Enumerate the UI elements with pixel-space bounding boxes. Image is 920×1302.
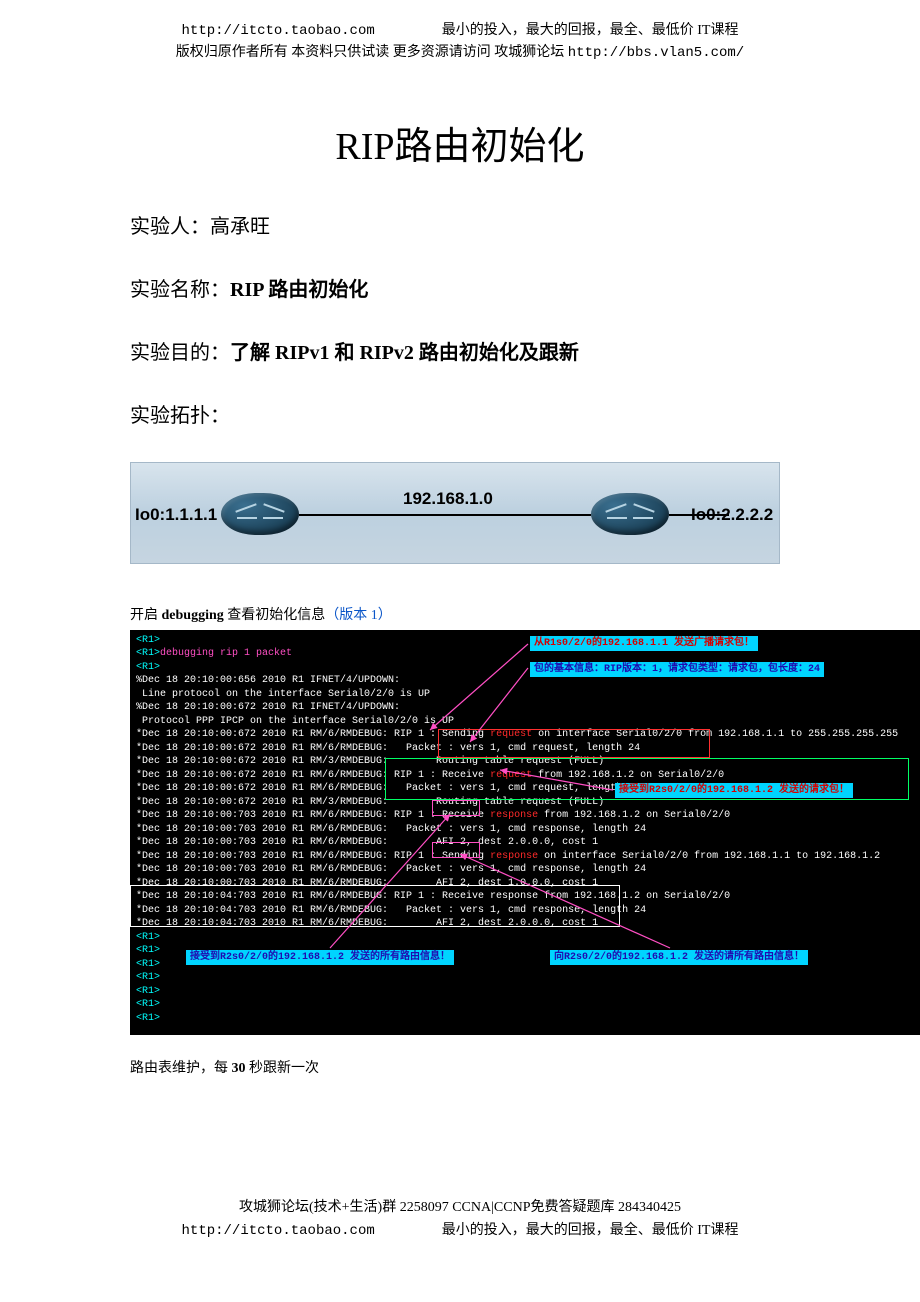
field-topology-label: 实验拓扑： (130, 399, 790, 428)
topology-left-label: Io0:1.1.1.1 (135, 505, 217, 525)
debug-heading: 开启 debugging 查看初始化信息（版本 1） (130, 604, 790, 624)
topology-link (299, 514, 591, 516)
footer-slogan: 最小的投入，最大的回报，最全、最低价 IT课程 (442, 1223, 739, 1238)
route-maintenance-note: 路由表维护，每 30 秒跟新一次 (130, 1057, 790, 1077)
rt-bold: 30 (232, 1061, 246, 1076)
rt-pre: 路由表维护，每 (130, 1061, 232, 1076)
field-name: 实验名称：RIP 路由初始化 (130, 273, 790, 302)
callout-send-broadcast: 从R1s0/2/0的192.168.1.1 发送广播请求包！ (530, 636, 758, 652)
router-1-icon (221, 493, 299, 535)
callout-packet-info: 包的基本信息：RIP版本：1，请求包类型：请求包，包长度：24 (530, 662, 824, 678)
debug-version: （版本 1） (325, 608, 392, 623)
topology-mid-label: 192.168.1.0 (403, 489, 493, 509)
goal-value: 了解 RIPv1 和 RIPv2 路由初始化及跟新 (230, 342, 579, 364)
topology-right-label: Io0:2.2.2.2 (691, 505, 773, 525)
name-label: 实验名称： (130, 279, 230, 301)
debug-bold: debugging (162, 608, 224, 623)
footer-line1: 攻城狮论坛(技术+生活)群 2258097 CCNA|CCNP免费答疑题库 28… (130, 1197, 790, 1219)
debug-pre: 开启 (130, 608, 162, 623)
callout-receive-all-routes: 接受到R2s0/2/0的192.168.1.2 发送的所有路由信息！ (186, 950, 454, 966)
header-url-2: http://bbs.vlan5.com/ (568, 45, 744, 61)
page-footer: 攻城狮论坛(技术+生活)群 2258097 CCNA|CCNP免费答疑题库 28… (130, 1197, 790, 1242)
highlight-box-red (438, 729, 710, 758)
name-value: RIP 路由初始化 (230, 279, 368, 301)
terminal-text: <R1> <R1>debugging rip 1 packet <R1> %De… (136, 634, 914, 1026)
field-experimenter: 实验人：高承旺 (130, 210, 790, 239)
highlight-box-white (130, 885, 620, 927)
footer-url: http://itcto.taobao.com (182, 1223, 375, 1239)
router-2-icon (591, 493, 669, 535)
experimenter-value: 高承旺 (210, 216, 270, 238)
callout-send-all-routes: 向R2s0/2/0的192.168.1.2 发送的请所有路由信息！ (550, 950, 808, 966)
header-url-1: http://itcto.taobao.com (182, 23, 375, 39)
header-copyright: 版权归原作者所有 本资料只供试读 更多资源请访问 攻城狮论坛 (176, 45, 568, 60)
goal-label: 实验目的： (130, 342, 230, 364)
rt-post: 秒跟新一次 (246, 1061, 320, 1076)
topology-diagram: Io0:1.1.1.1 192.168.1.0 Io0:2.2.2.2 (130, 462, 780, 564)
highlight-box-green (385, 758, 909, 800)
experimenter-label: 实验人： (130, 216, 210, 238)
highlight-box-sending (432, 842, 480, 858)
highlight-box-receive (432, 800, 480, 816)
page-title: RIP路由初始化 (130, 115, 790, 170)
page-header: http://itcto.taobao.com 最小的投入，最大的回报，最全、最… (130, 20, 790, 65)
debug-post: 查看初始化信息 (224, 608, 326, 623)
field-goal: 实验目的：了解 RIPv1 和 RIPv2 路由初始化及跟新 (130, 336, 790, 365)
terminal-output: <R1> <R1>debugging rip 1 packet <R1> %De… (130, 630, 920, 1036)
header-slogan: 最小的投入，最大的回报，最全、最低价 IT课程 (442, 23, 739, 38)
